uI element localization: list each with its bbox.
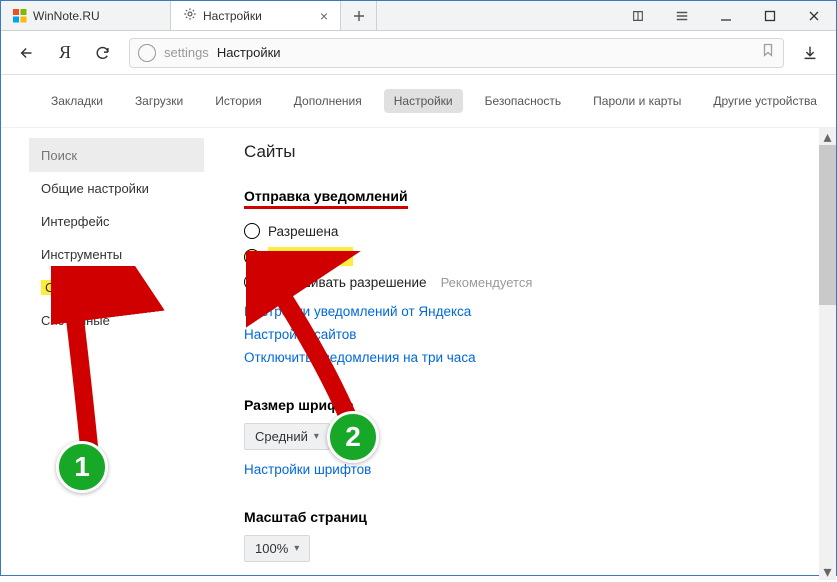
browser-tab-active[interactable]: Настройки × [171,1,341,30]
scroll-up-icon[interactable]: ▴ [819,128,836,145]
settings-layout: Общие настройки Интерфейс Инструменты Сайты… [1,128,836,580]
reload-button[interactable] [91,41,115,65]
sidebar-item-label: Общие настройки [41,181,149,196]
radio-option[interactable]: Запрещена [244,243,836,270]
sidebar-item-label: Инструменты [41,247,122,262]
scroll-track[interactable] [819,145,836,563]
settings-nav-item[interactable]: Настройки [384,89,463,113]
zoom-select[interactable]: 100% ▾ [244,535,310,562]
site-identity-icon [138,44,156,62]
link-font-settings[interactable]: Настройки шрифтов [244,458,836,481]
settings-nav-item[interactable]: Безопасность [475,89,572,113]
sidebar-item[interactable]: Инструменты [29,238,204,271]
window-controls [616,1,836,30]
radio-label: Разрешена [268,224,338,239]
radio-label: Спрашивать разрешение [268,275,427,290]
settings-main: Сайты Отправка уведомлений Разрешена Запр… [204,128,836,580]
omnibox-prefix: settings [164,45,209,60]
download-button[interactable] [798,41,822,65]
zoom-section: Масштаб страниц 100% ▾ [244,509,836,562]
settings-nav-item[interactable]: Другие устройства [703,89,827,113]
notifications-section: Отправка уведомлений Разрешена Запрещена С… [244,188,836,369]
section-title-zoom: Масштаб страниц [244,509,836,525]
favicon-windows-icon [13,9,27,23]
link-mute-3h[interactable]: Отключить уведомления на три часа [244,346,836,369]
tab-title: Настройки [203,9,262,23]
bookmark-icon[interactable] [761,43,775,62]
sidebar-item[interactable]: Сайты [29,271,204,304]
settings-nav-item[interactable]: Загрузки [125,89,193,113]
tab-close-icon[interactable]: × [320,8,328,24]
close-window-button[interactable] [792,1,836,30]
browser-tab[interactable]: WinNote.RU [1,1,171,30]
tab-title: WinNote.RU [33,9,100,23]
gear-icon [183,7,197,24]
settings-sidebar: Общие настройки Интерфейс Инструменты Сайты… [29,138,204,580]
page-title: Сайты [244,142,836,162]
sidebar-item[interactable]: Интерфейс [29,205,204,238]
scroll-thumb[interactable] [819,145,836,305]
sidebar-search-input[interactable] [29,138,204,172]
sidebar-item[interactable]: Общие настройки [29,172,204,205]
sidebar-item-label: Сайты [41,280,88,295]
settings-nav-item[interactable]: Дополнения [284,89,372,113]
yandex-logo-icon[interactable]: Я [53,41,77,65]
font-size-value: Средний [255,429,308,444]
reader-icon[interactable] [616,1,660,30]
omnibox-text: Настройки [217,45,281,60]
sidebar-item[interactable]: Системные [29,304,204,337]
chevron-down-icon: ▾ [294,543,299,554]
radio-option[interactable]: Разрешена [244,219,836,243]
vertical-scrollbar[interactable]: ▴ ▾ [819,128,836,580]
font-size-select[interactable]: Средний ▾ [244,423,330,450]
chevron-down-icon: ▾ [314,431,319,442]
recommended-label: Рекомендуется [441,275,533,290]
sidebar-item-label: Интерфейс [41,214,109,229]
sidebar-item-label: Системные [41,313,110,328]
radio-icon [244,249,260,265]
new-tab-button[interactable] [341,1,377,30]
settings-nav-item[interactable]: История [205,89,272,113]
settings-nav-item[interactable]: Закладки [41,89,113,113]
settings-nav-item[interactable]: Пароли и карты [583,89,691,113]
section-title-notifications: Отправка уведомлений [244,188,408,209]
browser-toolbar: Я settings Настройки [1,31,836,75]
title-bar: WinNote.RU Настройки × [1,1,836,31]
address-bar[interactable]: settings Настройки [129,38,784,68]
settings-top-nav: Закладки Загрузки История Дополнения Настрой… [1,75,836,128]
link-site-settings[interactable]: Настройки сайтов [244,323,836,346]
radio-option[interactable]: Спрашивать разрешение Рекомендуется [244,270,836,294]
radio-icon [244,274,260,290]
radio-icon [244,223,260,239]
back-button[interactable] [15,41,39,65]
annotation-badge-2: 2 [327,411,379,463]
menu-icon[interactable] [660,1,704,30]
zoom-value: 100% [255,541,288,556]
annotation-badge-1: 1 [56,441,108,493]
radio-label: Запрещена [268,247,353,266]
link-yandex-notify-settings[interactable]: Настройки уведомлений от Яндекса [244,300,836,323]
maximize-button[interactable] [748,1,792,30]
minimize-button[interactable] [704,1,748,30]
scroll-down-icon[interactable]: ▾ [819,563,836,580]
section-title-font: Размер шрифта [244,397,836,413]
